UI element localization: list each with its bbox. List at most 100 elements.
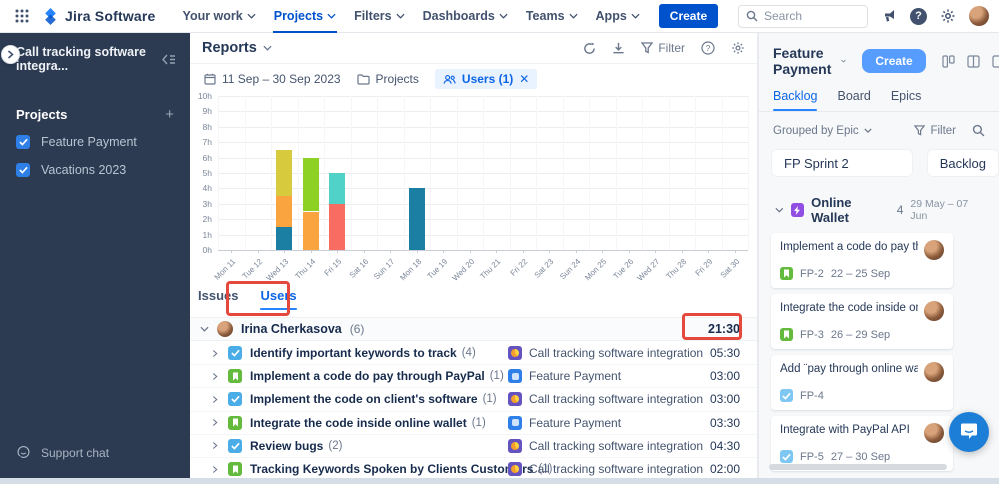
issue-card-fp-2[interactable]: Implement a code do pay through Pay FP-2 2… (771, 233, 953, 288)
date-range-filter[interactable]: 11 Sep – 30 Sep 2023 (204, 72, 341, 86)
nav-item-projects[interactable]: Projects (265, 0, 345, 33)
issue-card-fp-4[interactable]: Add ¨pay through online wallet¨ option FP… (771, 355, 953, 410)
epic-group-row[interactable]: Online Wallet 4 29 May – 07 Jun (759, 185, 999, 233)
page-horizontal-scrollbar[interactable] (0, 478, 999, 484)
report-help-icon[interactable]: ? (701, 41, 715, 55)
panel-project-dropdown[interactable]: Feature Payment (773, 45, 847, 77)
y-tick-label: 7h (202, 137, 212, 148)
panel-tab-board[interactable]: Board (837, 89, 870, 111)
y-tick-label: 6h (202, 152, 212, 163)
tab-users[interactable]: Users (260, 288, 297, 310)
search-input-wrap[interactable] (738, 4, 868, 28)
export-icon[interactable] (612, 42, 625, 55)
table-row[interactable]: Integrate the code inside online wallet (… (190, 412, 757, 435)
grouped-by-dropdown[interactable]: Grouped by Epic (773, 125, 872, 137)
chat-widget-button[interactable] (949, 412, 989, 452)
story-icon (228, 415, 242, 430)
detail-view-icon[interactable] (992, 54, 999, 68)
task-icon (780, 450, 793, 463)
jira-logo[interactable]: Jira Software (42, 7, 156, 25)
backlog-column-fp-sprint-2[interactable]: FP Sprint 2 (771, 149, 913, 177)
nav-item-teams[interactable]: Teams (517, 0, 587, 33)
sidebar-project-feature-payment[interactable]: Feature Payment (0, 128, 190, 156)
nav-item-filters[interactable]: Filters (345, 0, 414, 33)
projects-filter[interactable]: Projects (356, 72, 419, 86)
users-chip-close-icon[interactable]: ✕ (519, 72, 529, 86)
backlog-panel: Feature Payment Create Backlog Board Epics… (759, 33, 999, 478)
v-gridline (324, 96, 325, 250)
split-view-icon[interactable] (967, 54, 980, 68)
story-icon (780, 267, 793, 280)
expand-row-icon[interactable] (212, 441, 218, 450)
panel-create-button[interactable]: Create (862, 49, 926, 73)
bar-segment-fri-15[interactable] (329, 203, 346, 250)
support-chat-label: Support chat (41, 445, 110, 460)
bookmark-icon (232, 465, 238, 474)
panel-tab-epics[interactable]: Epics (891, 89, 922, 111)
project-icon-calltrack (508, 438, 522, 453)
table-row[interactable]: Implement a code do pay through PayPal (1… (190, 365, 757, 389)
report-settings-icon[interactable] (731, 41, 745, 55)
issue-card-fp-3[interactable]: Integrate the code inside online wallet F… (771, 294, 953, 349)
add-project-icon[interactable]: + (165, 107, 174, 122)
collapse-sidebar-icon[interactable] (162, 54, 176, 65)
expand-row-icon[interactable] (212, 465, 218, 474)
backlog-column-backlog[interactable]: Backlog (926, 149, 999, 177)
table-row[interactable]: Review bugs (2) Call tracking software int… (190, 435, 757, 458)
sidebar-project-vacations-2023[interactable]: Vacations 2023 (0, 156, 190, 184)
create-button[interactable]: Create (658, 4, 719, 28)
bar-segment-fri-15[interactable] (329, 173, 346, 204)
table-row[interactable]: Tracking Keywords Spoken by Clients Cust… (190, 458, 757, 478)
project-icon-calltrack (508, 346, 522, 361)
filter-button[interactable]: Filter (641, 41, 685, 55)
users-filter-chip[interactable]: Users (1) ✕ (434, 69, 538, 89)
bookmark-icon (232, 372, 238, 381)
bar-segment-wed-13[interactable] (276, 226, 293, 250)
v-gridline (748, 96, 749, 250)
project-checkbox[interactable] (16, 163, 30, 177)
reports-dropdown[interactable]: Reports (202, 40, 272, 56)
panel-filter-button[interactable]: Filter (914, 125, 956, 137)
chevron-down-icon (200, 326, 209, 332)
refresh-icon[interactable] (583, 41, 596, 55)
nav-item-your-work[interactable]: Your work (174, 0, 265, 33)
panel-horizontal-scrollbar[interactable] (769, 464, 947, 470)
support-chat-button[interactable]: Support chat (0, 437, 190, 468)
check-icon (230, 396, 240, 404)
bar-segment-wed-13[interactable] (276, 149, 293, 197)
board-view-icon[interactable] (942, 54, 955, 68)
v-gridline (244, 96, 246, 250)
panel-tab-backlog[interactable]: Backlog (773, 89, 818, 111)
expand-row-icon[interactable] (212, 372, 218, 381)
bar-segment-wed-13[interactable] (276, 196, 293, 227)
expand-row-icon[interactable] (212, 395, 218, 404)
panel-search-icon[interactable] (972, 124, 985, 137)
user-avatar[interactable] (969, 6, 989, 26)
app-switcher-icon[interactable] (10, 4, 34, 28)
x-tick-mark (416, 250, 418, 253)
project-checkbox[interactable] (16, 135, 30, 149)
expand-row-icon[interactable] (212, 349, 218, 358)
notifications-icon[interactable] (881, 8, 897, 24)
bar-segment-thu-14[interactable] (302, 211, 319, 250)
tab-issues[interactable]: Issues (198, 288, 238, 310)
issue-card-fp-5[interactable]: Integrate with PayPal API FP-5 27 – 30 Sep (771, 416, 953, 471)
expand-row-icon[interactable] (212, 418, 218, 427)
bar-segment-thu-14[interactable] (302, 157, 319, 212)
expand-sidebar-handle[interactable] (1, 45, 20, 64)
project-name: Call tracking software integration (529, 462, 704, 477)
settings-icon[interactable] (940, 8, 956, 24)
nav-item-dashboards[interactable]: Dashboards (414, 0, 517, 33)
table-row[interactable]: Identify important keywords to track (4) C… (190, 342, 757, 366)
task-icon (228, 438, 242, 453)
table-row[interactable]: Implement the code on client's software (… (190, 388, 757, 412)
nav-item-apps[interactable]: Apps (587, 0, 649, 33)
search-input[interactable] (764, 9, 854, 23)
help-icon[interactable]: ? (910, 7, 927, 25)
panel-columns: FP Sprint 2 Backlog (759, 147, 999, 185)
v-gridline (456, 96, 458, 250)
v-gridline (430, 96, 431, 250)
bar-segment-mon-18[interactable] (408, 188, 425, 250)
user-group-row[interactable]: Irina Cherkasova (6) 21:30 (190, 317, 757, 341)
x-tick-mark (469, 250, 471, 253)
